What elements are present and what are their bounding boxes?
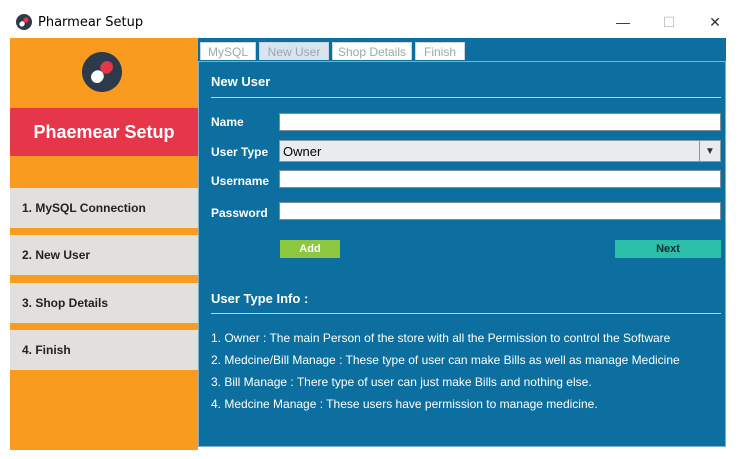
add-button[interactable]: Add xyxy=(280,240,340,258)
tab-new-user[interactable]: New User xyxy=(259,42,329,60)
tab-shop-details[interactable]: Shop Details xyxy=(332,42,412,60)
info-divider xyxy=(211,313,721,314)
setup-window: Pharmear Setup — ☐ ✕ Phaemear Setup 1. M… xyxy=(0,0,750,459)
user-type-info-heading: User Type Info : xyxy=(211,291,309,306)
title-bar: Pharmear Setup — ☐ ✕ xyxy=(0,0,750,38)
name-label: Name xyxy=(211,115,244,129)
info-line: 2. Medcine/Bill Manage : These type of u… xyxy=(211,353,680,367)
heading-divider xyxy=(211,97,721,98)
window-title: Pharmear Setup xyxy=(38,15,144,30)
username-input[interactable] xyxy=(279,170,721,188)
next-button[interactable]: Next xyxy=(615,240,721,258)
info-line: 4. Medcine Manage : These users have per… xyxy=(211,397,598,411)
new-user-panel: New User Name User Type Owner ▼ Username… xyxy=(198,61,726,447)
user-type-select[interactable]: Owner ▼ xyxy=(279,140,721,162)
info-line: 3. Bill Manage : There type of user can … xyxy=(211,375,592,389)
maximize-button[interactable]: ☐ xyxy=(646,8,692,36)
setup-sidebar: Phaemear Setup 1. MySQL Connection 2. Ne… xyxy=(10,38,198,450)
name-input[interactable] xyxy=(279,113,721,131)
info-line: 1. Owner : The main Person of the store … xyxy=(211,331,671,345)
setup-banner-title: Phaemear Setup xyxy=(10,108,198,156)
close-button[interactable]: ✕ xyxy=(692,8,738,36)
user-type-label: User Type xyxy=(211,145,269,159)
username-label: Username xyxy=(211,174,270,188)
pill-logo-icon xyxy=(82,52,122,92)
new-user-heading: New User xyxy=(211,74,271,89)
password-input[interactable] xyxy=(279,202,721,220)
password-label: Password xyxy=(211,206,268,220)
minimize-button[interactable]: — xyxy=(600,8,646,36)
user-type-selected-value: Owner xyxy=(283,143,322,159)
step-new-user[interactable]: 2. New User xyxy=(10,235,198,275)
step-mysql-connection[interactable]: 1. MySQL Connection xyxy=(10,188,198,228)
step-finish[interactable]: 4. Finish xyxy=(10,330,198,370)
tab-mysql[interactable]: MySQL xyxy=(200,42,256,60)
step-shop-details[interactable]: 3. Shop Details xyxy=(10,283,198,323)
tab-strip: MySQL New User Shop Details Finish xyxy=(198,38,726,62)
pill-capsule-icon xyxy=(16,14,32,30)
chevron-down-icon[interactable]: ▼ xyxy=(699,141,720,161)
tab-finish[interactable]: Finish xyxy=(415,42,465,60)
